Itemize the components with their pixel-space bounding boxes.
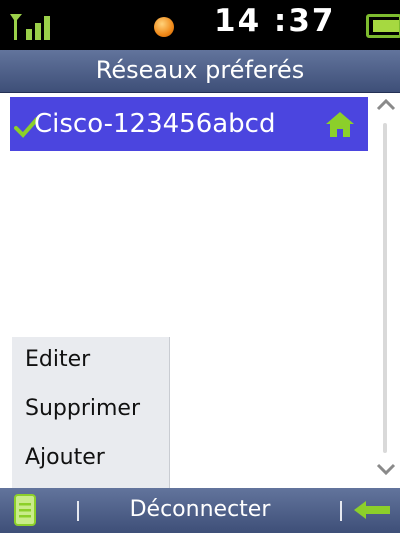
scroll-down-icon[interactable] [374, 459, 398, 479]
context-menu: Editer Supprimer Ajouter [12, 337, 170, 488]
menu-item-delete[interactable]: Supprimer [25, 396, 140, 421]
softkey-separator [340, 501, 342, 521]
network-name: Cisco-123456abcd [34, 109, 276, 139]
network-row[interactable]: Cisco-123456abcd [10, 97, 368, 151]
menu-item-add[interactable]: Ajouter [25, 445, 105, 470]
back-arrow-icon[interactable] [352, 498, 392, 522]
signal-strength-icon [10, 14, 50, 40]
scrollbar[interactable] [372, 93, 400, 488]
title-bar: Réseaux préferés [0, 50, 400, 93]
scroll-up-icon[interactable] [374, 95, 398, 115]
menu-item-edit[interactable]: Editer [25, 347, 90, 372]
softkey-bar: Déconnecter [0, 488, 400, 533]
scroll-track[interactable] [383, 123, 387, 453]
page-title: Réseaux préferés [95, 56, 305, 84]
clock: 14 :37 [214, 3, 336, 39]
home-icon [326, 112, 354, 137]
status-bar: 14 :37 [0, 0, 400, 50]
battery-icon [366, 14, 400, 38]
status-indicator-icon [154, 17, 174, 37]
